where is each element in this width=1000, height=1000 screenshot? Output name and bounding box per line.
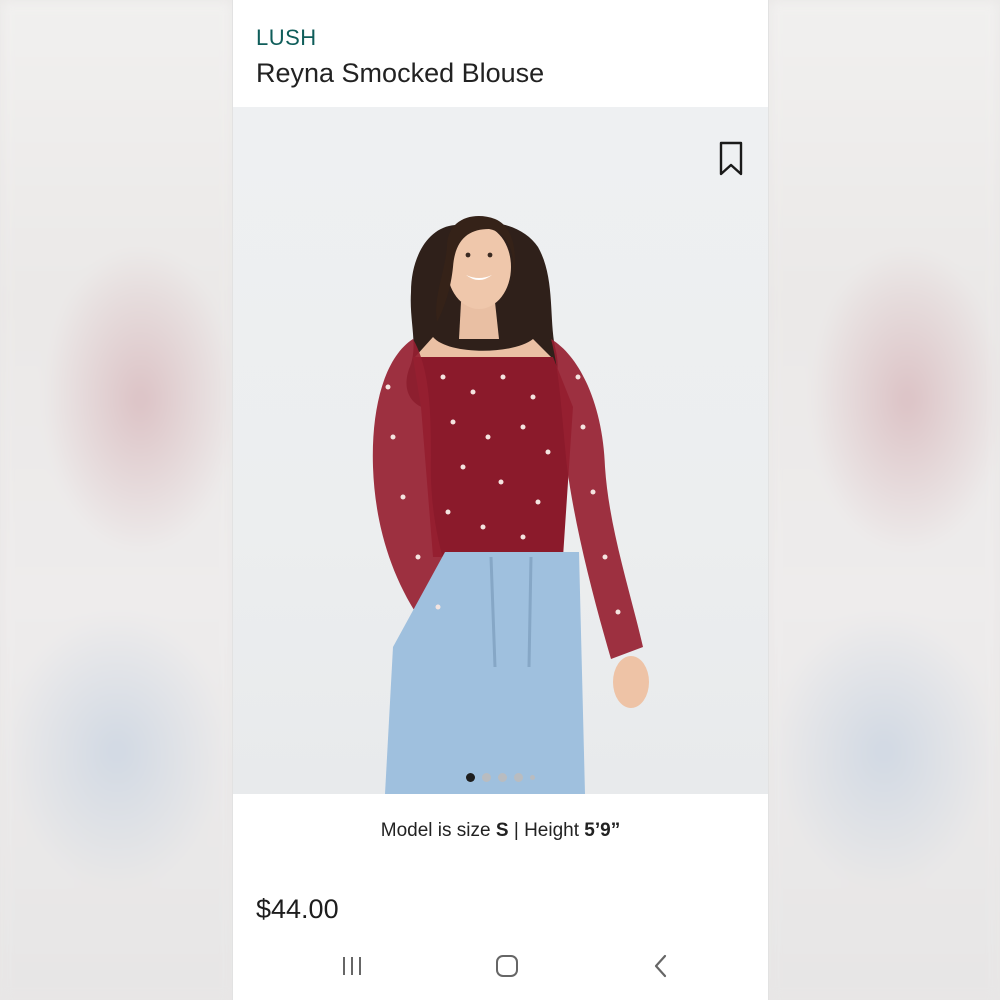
- home-button[interactable]: [487, 948, 527, 984]
- model-height-value: 5’9”: [584, 820, 621, 841]
- brand-name[interactable]: LUSH: [256, 25, 317, 51]
- carousel-dots: [233, 773, 768, 782]
- system-navigation-bar: [233, 930, 768, 1000]
- product-image-carousel[interactable]: [233, 107, 768, 794]
- model-size-value: S: [495, 820, 509, 841]
- blurred-background-left: [0, 0, 234, 1000]
- blurred-background-right: [768, 0, 1000, 1000]
- carousel-dot[interactable]: [482, 773, 491, 782]
- back-button[interactable]: [641, 948, 681, 984]
- back-icon: [654, 954, 667, 978]
- model-height-label: Height: [524, 820, 579, 841]
- carousel-dot[interactable]: [498, 773, 507, 782]
- model-info: Model is size S | Height 5’9”: [233, 820, 768, 842]
- carousel-dot[interactable]: [466, 773, 475, 782]
- recents-icon: [343, 957, 361, 975]
- home-icon: [496, 955, 518, 977]
- product-title: Reyna Smocked Blouse: [256, 58, 545, 88]
- model-info-separator: |: [513, 820, 519, 841]
- recents-button[interactable]: [332, 948, 372, 984]
- bookmark-icon[interactable]: [718, 141, 744, 177]
- model-size-prefix: Model is size: [380, 820, 491, 841]
- product-screen: LUSH Reyna Smocked Blouse Model is size …: [233, 0, 768, 1000]
- carousel-dot[interactable]: [530, 775, 535, 780]
- product-image: [372, 216, 649, 794]
- carousel-dot[interactable]: [514, 773, 523, 782]
- product-price: $44.00: [256, 894, 339, 924]
